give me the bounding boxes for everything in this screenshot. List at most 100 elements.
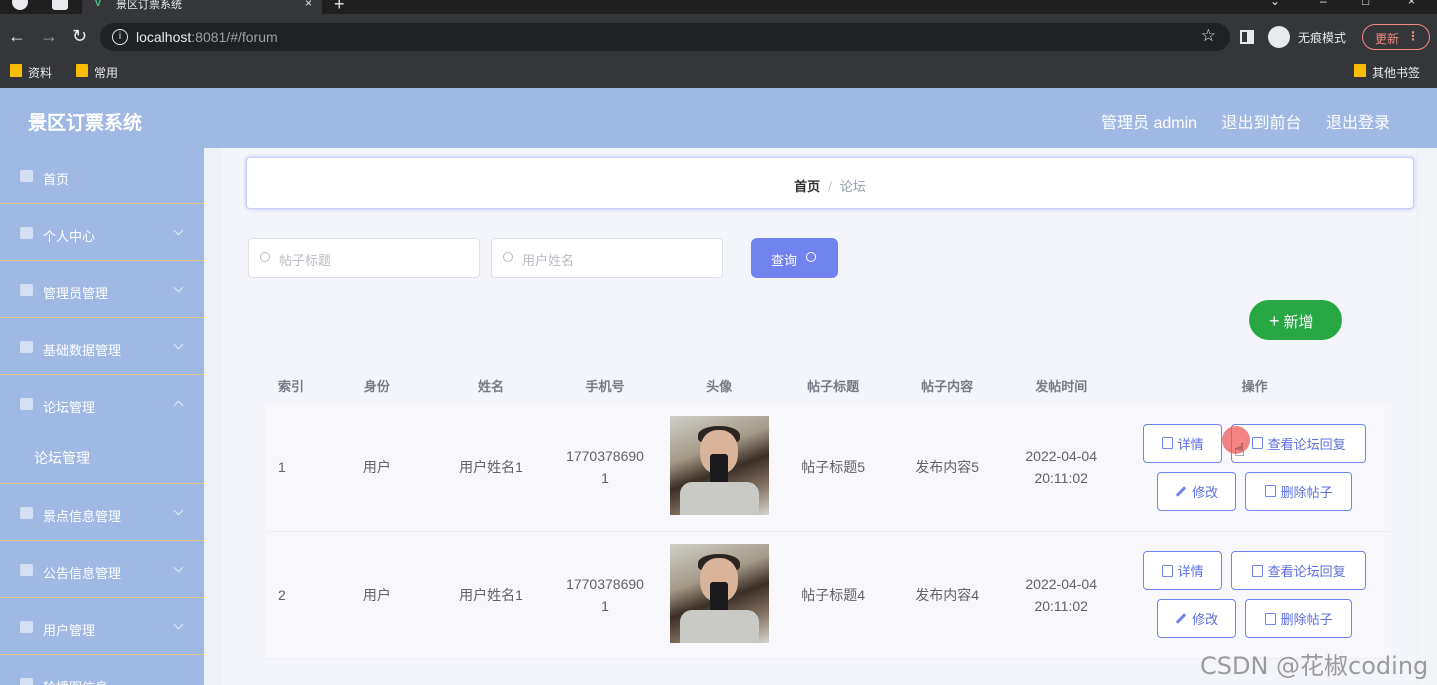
home-icon [20,170,33,182]
more-icon[interactable]: ⋮ [1407,29,1419,43]
user-icon [20,227,33,239]
forward-icon[interactable]: → [40,26,58,46]
avatar[interactable] [669,416,769,516]
sidebar-item-personal-center[interactable]: 个人中心 [0,205,204,261]
document-icon [1161,564,1173,577]
breadcrumb-home[interactable]: 首页 [794,179,820,194]
bookmark-folder-other[interactable]: 其他书签 [1354,64,1420,81]
detail-button[interactable]: 详情 [1143,423,1223,463]
sidebar-item-carousel[interactable]: 轮播图信息 [0,656,204,685]
edit-icon [1175,613,1187,624]
cell-actions: 详情 查看论坛回复 修改 删除帖子 [1118,531,1391,659]
cell-post-time: 2022-04-04 20:11:02 [1004,404,1119,532]
bookmark-folder-ziliao[interactable]: 资料 [10,64,52,81]
cell-name: 用户姓名1 [433,531,548,659]
chevron-down-icon [173,619,184,630]
address-bar[interactable]: i localhost:8081/#/forum ☆ [100,23,1230,51]
tab-search-icon[interactable]: ⌄ [1270,0,1280,8]
cell-avatar [662,531,777,659]
app-header: 景区订票系统 管理员 admin 退出到前台 退出登录 [0,88,1437,148]
maximize-icon[interactable]: □ [1362,0,1369,8]
exit-to-front-link[interactable]: 退出到前台 [1222,115,1302,132]
user-name-search-input[interactable]: 用户姓名 [491,238,723,278]
tab-overview-icon[interactable] [52,0,68,10]
bookmark-folder-changyong[interactable]: 常用 [76,64,118,81]
update-button[interactable]: 更新 ⋮ [1362,24,1430,50]
cell-name: 用户姓名1 [433,404,548,532]
sidebar-item-base-data[interactable]: 基础数据管理 [0,319,204,375]
detail-button[interactable]: 详情 [1143,551,1223,590]
chevron-down-icon [173,225,184,236]
side-panel-icon[interactable] [1240,30,1254,44]
delete-post-button[interactable]: 删除帖子 [1245,471,1353,511]
browser-toolbar: ← → ↻ i localhost:8081/#/forum ☆ 无痕模式 更新… [0,14,1437,58]
tab-close-icon[interactable]: × [305,0,312,10]
cell-post-time: 2022-04-04 20:11:02 [1004,531,1119,659]
search-icon [260,252,270,262]
document-icon [20,507,33,519]
post-title-search-input[interactable]: 帖子标题 [248,238,480,278]
sidebar-item-admin-management[interactable]: 管理员管理 [0,262,204,318]
forum-table: 索引 身份 姓名 手机号 头像 帖子标题 帖子内容 发帖时间 操作 1 用户 用… [266,366,1391,659]
breadcrumb: 首页 / 论坛 [246,157,1414,209]
minimize-icon[interactable]: – [1320,0,1327,8]
edit-button[interactable]: 修改 [1157,471,1237,511]
window-close-icon[interactable]: × [1408,0,1415,8]
cell-post-content: 发布内容5 [890,404,1005,532]
flag-icon [20,564,33,576]
cell-role: 用户 [319,404,434,532]
megaphone-icon [20,284,33,296]
search-button[interactable]: 查询 [751,238,838,278]
sidebar-item-user-management[interactable]: 用户管理 [0,599,204,655]
col-index: 索引 [266,366,320,404]
mic-icon [20,341,33,353]
bookmarks-bar: 资料 常用 其他书签 [0,58,1437,88]
forum-panel: 首页 / 论坛 帖子标题 用户姓名 查询 + 新增 索引 身份 姓名 手机号 头像 帖… [222,148,1416,685]
chevron-down-icon [173,339,184,350]
logout-link[interactable]: 退出登录 [1326,115,1390,132]
col-avatar: 头像 [662,366,777,404]
url-text: localhost:8081/#/forum [136,29,278,45]
table-header-row: 索引 身份 姓名 手机号 头像 帖子标题 帖子内容 发帖时间 操作 [266,366,1391,404]
edit-icon [1175,485,1187,497]
col-post-title: 帖子标题 [776,366,891,404]
edit-icon [1251,437,1263,450]
table-row: 2 用户 用户姓名1 1770378690 1 帖子标题4 发布内容4 2022-… [266,531,1391,659]
view-replies-button[interactable]: 查看论坛回复 [1231,551,1367,590]
document-icon [20,398,33,410]
sidebar-item-home[interactable]: 首页 [0,148,204,204]
avatar[interactable] [669,543,769,643]
cell-role: 用户 [319,531,434,659]
sidebar-subitem-forum-management[interactable]: 论坛管理 [0,432,204,484]
document-icon [1161,437,1173,450]
cell-phone: 1770378690 1 [548,531,663,659]
col-name: 姓名 [433,366,548,404]
col-actions: 操作 [1118,366,1391,404]
view-replies-button[interactable]: 查看论坛回复 [1231,423,1367,463]
sidebar-item-scenic-info[interactable]: 景点信息管理 [0,485,204,541]
col-phone: 手机号 [548,366,663,404]
delete-post-button[interactable]: 删除帖子 [1245,599,1353,638]
incognito-icon[interactable] [1268,26,1290,48]
reload-icon[interactable]: ↻ [72,26,87,46]
hand-cursor-icon: ☝ [1234,440,1245,460]
back-icon[interactable]: ← [8,26,26,46]
new-tab-button[interactable]: + [334,0,345,14]
sidebar-item-announcement[interactable]: 公告信息管理 [0,542,204,598]
cell-post-title: 帖子标题5 [776,404,891,532]
sidebar-item-forum-management[interactable]: 论坛管理 [0,376,204,432]
folder-icon [10,64,22,77]
col-role: 身份 [319,366,434,404]
edit-button[interactable]: 修改 [1157,599,1237,638]
chevron-down-icon [173,562,184,573]
add-button[interactable]: + 新增 [1249,300,1342,340]
browser-tab[interactable]: V 景区订票系统 × [82,0,322,14]
scrollbar-track[interactable] [1418,148,1437,685]
main-content: 首页 / 论坛 帖子标题 用户姓名 查询 + 新增 索引 身份 姓名 手机号 头像 帖… [204,148,1437,685]
chevron-up-icon [173,400,184,411]
search-icon [503,252,513,262]
site-info-icon[interactable]: i [112,29,128,45]
admin-user-label: 管理员 admin [1101,115,1198,132]
bookmark-star-icon[interactable]: ☆ [1201,26,1216,46]
browser-menu-icon[interactable] [12,0,28,10]
